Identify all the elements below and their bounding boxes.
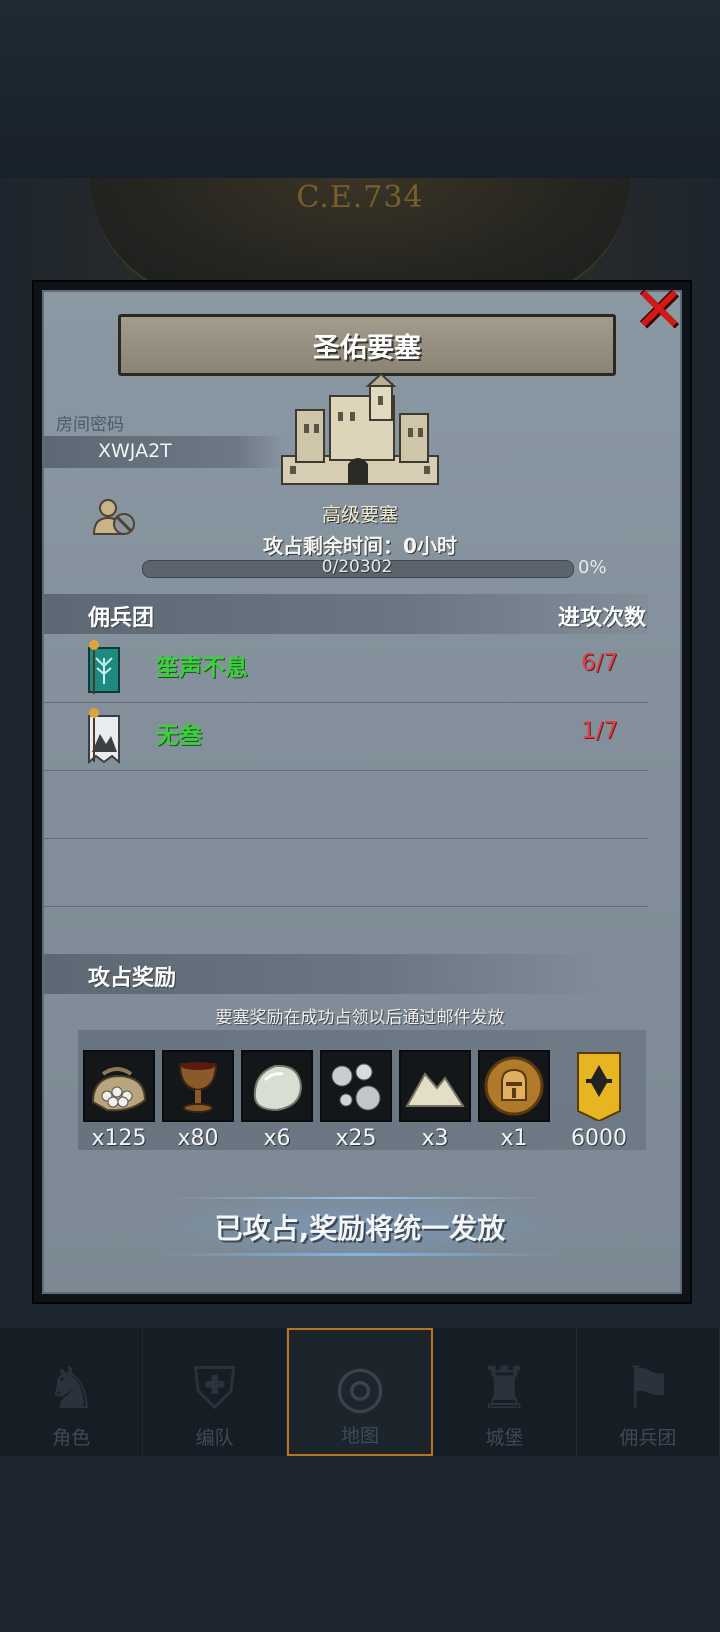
reward-item[interactable]: x6 bbox=[241, 1050, 313, 1151]
reward-title: 攻占奖励 bbox=[88, 966, 177, 991]
item-quantity: x6 bbox=[263, 1126, 291, 1151]
status-line-bottom bbox=[160, 1253, 560, 1256]
progress-percent: 0% bbox=[578, 557, 607, 578]
castle-icon: ♜ bbox=[478, 1354, 531, 1422]
dialog-title: 圣佑要塞 bbox=[313, 332, 421, 364]
white-mountain-banner-icon bbox=[88, 708, 120, 764]
tab-formation[interactable]: ⛨ 编队 bbox=[143, 1328, 287, 1456]
item-quantity: x3 bbox=[421, 1126, 449, 1151]
close-icon: ✕ bbox=[633, 273, 685, 346]
salt-pile-icon bbox=[405, 1072, 465, 1107]
tab-label: 地图 bbox=[341, 1425, 380, 1447]
attack-count: 6/7 bbox=[580, 650, 618, 676]
guild-badge-icon bbox=[577, 1052, 621, 1121]
item-quantity: x80 bbox=[177, 1126, 219, 1151]
reward-item[interactable]: 6000 bbox=[563, 1050, 635, 1151]
bottom-nav: ♞ 角色 ⛨ 编队 ◎ 地图 ♜ 城堡 ⚑ 佣兵团 bbox=[0, 1328, 720, 1456]
item-quantity: x125 bbox=[91, 1126, 147, 1151]
tab-castle[interactable]: ♜ 城堡 bbox=[433, 1328, 577, 1456]
col-attacks: 进攻次数 bbox=[557, 606, 646, 631]
tab-label: 城堡 bbox=[485, 1427, 524, 1449]
time-remaining: 攻占剩余时间：0小时 bbox=[263, 534, 457, 558]
map-icon: ◎ bbox=[334, 1352, 386, 1420]
tab-label: 编队 bbox=[195, 1427, 234, 1449]
close-button[interactable]: ✕ bbox=[630, 279, 688, 341]
pale-stone-icon bbox=[253, 1064, 303, 1112]
room-password-value: XWJA2T bbox=[98, 440, 172, 462]
mercenary-icon: ⚑ bbox=[621, 1354, 674, 1422]
status-message: 已攻占,奖励将统一发放 bbox=[214, 1212, 506, 1245]
fortress-type: 高级要塞 bbox=[321, 504, 398, 526]
reward-item[interactable]: x3 bbox=[399, 1050, 471, 1151]
goblet-icon bbox=[178, 1062, 218, 1113]
reward-note: 要塞奖励在成功占领以后通过邮件发放 bbox=[215, 1008, 505, 1028]
item-quantity: x1 bbox=[500, 1126, 528, 1151]
col-mercenary: 佣兵团 bbox=[88, 606, 155, 631]
empty-row bbox=[44, 838, 648, 907]
tab-map[interactable]: ◎ 地图 bbox=[286, 1328, 434, 1456]
mercenary-name: 无叁 bbox=[156, 723, 202, 749]
attack-count: 1/7 bbox=[580, 718, 618, 744]
castle-icon bbox=[281, 374, 439, 485]
top-dark-bar bbox=[0, 0, 720, 178]
reward-item[interactable]: x125 bbox=[83, 1050, 155, 1151]
reward-item[interactable]: x80 bbox=[162, 1050, 234, 1151]
progress-text: 0/20302 bbox=[321, 557, 393, 577]
item-quantity: 6000 bbox=[571, 1126, 627, 1151]
reward-item[interactable]: x1 bbox=[478, 1050, 550, 1151]
tab-label: 角色 bbox=[52, 1427, 91, 1449]
year-label: C.E.734 bbox=[296, 180, 424, 215]
knight-helmet-coin-icon bbox=[484, 1056, 544, 1116]
reward-item[interactable]: x25 bbox=[320, 1050, 392, 1151]
dialog-title-banner: 圣佑要塞 bbox=[118, 314, 616, 376]
item-quantity: x25 bbox=[335, 1126, 377, 1151]
table-row[interactable]: 无叁 1/7 bbox=[44, 702, 648, 771]
silver-orbs-icon bbox=[331, 1063, 381, 1111]
teal-tree-banner-icon bbox=[88, 640, 120, 694]
status-line-top bbox=[170, 1197, 550, 1199]
tab-label: 佣兵团 bbox=[619, 1427, 677, 1449]
tab-character[interactable]: ♞ 角色 bbox=[0, 1328, 144, 1456]
character-icon: ♞ bbox=[45, 1354, 98, 1422]
mercenary-name: 笙声不息 bbox=[156, 655, 248, 681]
formation-icon: ⛨ bbox=[192, 1354, 237, 1422]
tab-mercenary[interactable]: ⚑ 佣兵团 bbox=[577, 1328, 720, 1456]
table-row[interactable]: 笙声不息 6/7 bbox=[44, 634, 648, 703]
ore-sack-icon bbox=[91, 1067, 147, 1112]
empty-row bbox=[44, 770, 648, 839]
room-password-label: 房间密码 bbox=[56, 415, 124, 435]
